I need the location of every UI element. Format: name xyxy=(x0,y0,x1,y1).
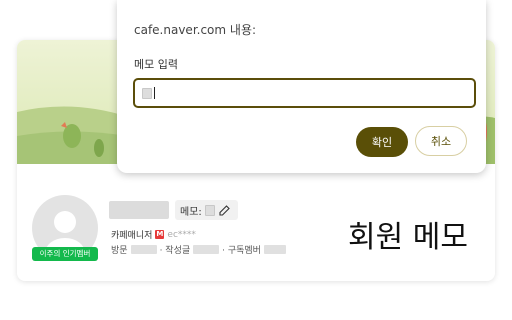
memo-chip: 메모: xyxy=(175,200,238,220)
memo-dialog: cafe.naver.com 내용: 메모 입력 확인 취소 xyxy=(117,0,486,173)
subscribers-label: · 구독멤버 xyxy=(222,246,261,256)
memo-input[interactable] xyxy=(133,78,476,108)
member-stats-row: 방문 · 작성글 · 구독멤버 xyxy=(111,243,286,256)
visits-value-redacted xyxy=(130,245,157,254)
confirm-button[interactable]: 확인 xyxy=(356,127,408,157)
text-caret xyxy=(154,87,155,99)
visits-label: 방문 xyxy=(111,246,128,256)
memo-chip-label: 메모: xyxy=(180,206,202,218)
posts-label: · 작성글 xyxy=(159,246,191,256)
manager-id: ec**** xyxy=(167,229,196,240)
manager-row: 카페매니저 M ec**** xyxy=(111,228,196,242)
memo-input-thumbnail xyxy=(142,87,152,99)
dialog-origin-text: cafe.naver.com 내용: xyxy=(134,23,257,37)
subscribers-value-redacted xyxy=(263,245,286,254)
cancel-button[interactable]: 취소 xyxy=(415,126,467,156)
memo-thumbnail xyxy=(204,204,215,216)
manager-label: 카페매니저 xyxy=(111,231,153,241)
popular-member-badge: 이주의 인기멤버 xyxy=(32,247,98,261)
manager-badge: M xyxy=(155,230,165,239)
posts-value-redacted xyxy=(193,245,220,254)
edit-memo-icon[interactable] xyxy=(218,203,232,217)
dialog-label: 메모 입력 xyxy=(134,58,178,71)
member-nickname-redacted xyxy=(109,201,169,219)
caption-text: 회원 메모 xyxy=(348,220,468,255)
